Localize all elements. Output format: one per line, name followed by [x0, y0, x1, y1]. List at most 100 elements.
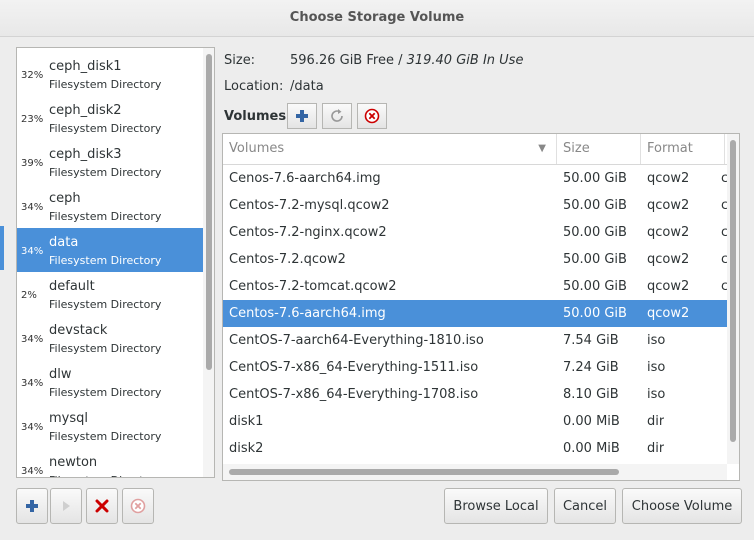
storage-pool-list[interactable]: 32% ceph_disk1 Filesystem Directory 23% …: [16, 47, 215, 478]
volume-format: dir: [647, 414, 665, 429]
pool-item[interactable]: 34% mysql Filesystem Directory: [17, 404, 203, 448]
refresh-icon: [331, 109, 343, 122]
volume-size: 50.00 GiB: [563, 171, 627, 186]
pool-usage-percent: 2%: [21, 290, 37, 301]
size-free: 596.26 GiB Free /: [290, 53, 407, 68]
stop-pool-button[interactable]: [86, 488, 118, 524]
start-pool-button[interactable]: [50, 488, 82, 524]
pool-usage-percent: 32%: [21, 70, 44, 81]
pool-name: mysql: [49, 411, 88, 426]
delete-pool-button[interactable]: [122, 488, 154, 524]
pool-name: ceph: [49, 191, 81, 206]
volume-format: iso: [647, 387, 666, 402]
volume-format: iso: [647, 333, 666, 348]
pool-usage-percent: 34%: [21, 334, 44, 345]
volume-format: qcow2: [647, 306, 690, 321]
pool-name: ceph_disk2: [49, 103, 122, 118]
table-row[interactable]: disk1 0.00 MiB dir: [223, 408, 727, 435]
volume-name: Centos-7.2-nginx.qcow2: [229, 225, 387, 240]
column-header-volumes[interactable]: Volumes ▼: [223, 134, 557, 164]
choose-volume-button[interactable]: Choose Volume: [622, 488, 742, 524]
pool-type: Filesystem Directory: [49, 210, 162, 223]
pool-item[interactable]: 34% devstack Filesystem Directory: [17, 316, 203, 360]
volumes-horizontal-scrollbar[interactable]: [223, 464, 727, 480]
pool-name: devstack: [49, 323, 108, 338]
volumes-vertical-scrollbar[interactable]: [727, 134, 739, 464]
pool-name: ceph_disk1: [49, 59, 122, 74]
volumes-table[interactable]: Volumes ▼ Size Format Cenos-7.6-aarch64.…: [222, 133, 740, 481]
refresh-volumes-button[interactable]: [322, 103, 352, 129]
volume-format: qcow2: [647, 198, 690, 213]
volume-size: 0.00 MiB: [563, 414, 620, 429]
volume-size: 7.54 GiB: [563, 333, 619, 348]
table-row[interactable]: Centos-7.2-tomcat.qcow2 50.00 GiB qcow2 …: [223, 273, 727, 300]
volume-size: 50.00 GiB: [563, 252, 627, 267]
pool-type: Filesystem Directory: [49, 430, 162, 443]
volume-size: 50.00 GiB: [563, 306, 627, 321]
play-icon: [63, 501, 70, 511]
pool-type: Filesystem Directory: [49, 78, 162, 91]
pool-usage-percent: 34%: [21, 378, 44, 389]
pool-list-scroll-thumb[interactable]: [206, 54, 212, 370]
pool-name: dlw: [49, 367, 72, 382]
pool-type: Filesystem Directory: [49, 386, 162, 399]
table-row[interactable]: CentOS-7-x86_64-Everything-1511.iso 7.24…: [223, 354, 727, 381]
sort-chevron-down-icon: ▼: [538, 143, 546, 154]
table-row-selected[interactable]: Centos-7.6-aarch64.img 50.00 GiB qcow2: [223, 300, 727, 327]
pool-type: Filesystem Directory: [49, 474, 161, 477]
volume-name: disk1: [229, 414, 264, 429]
pool-type: Filesystem Directory: [49, 254, 162, 267]
table-row[interactable]: Centos-7.2-mysql.qcow2 50.00 GiB qcow2 c: [223, 192, 727, 219]
pool-type: Filesystem Directory: [49, 166, 162, 179]
delete-volume-button[interactable]: [357, 103, 387, 129]
pool-name: newton: [49, 455, 98, 470]
window-title: Choose Storage Volume: [0, 0, 754, 37]
pool-name: data: [49, 235, 79, 250]
size-value: 596.26 GiB Free / 319.40 GiB In Use: [290, 53, 523, 68]
table-row[interactable]: CentOS-7-x86_64-Everything-1708.iso 8.10…: [223, 381, 727, 408]
pool-item[interactable]: 34% ceph Filesystem Directory: [17, 184, 203, 228]
cancel-button[interactable]: Cancel: [554, 488, 616, 524]
pool-item[interactable]: 32% ceph_disk1 Filesystem Directory: [17, 52, 203, 96]
volume-format: iso: [647, 360, 666, 375]
pool-name: default: [49, 279, 95, 294]
stop-delete-icon: [130, 498, 146, 514]
column-header-size[interactable]: Size: [557, 134, 641, 164]
pool-item[interactable]: 23% ceph_disk2 Filesystem Directory: [17, 96, 203, 140]
table-row[interactable]: CentOS-7-aarch64-Everything-1810.iso 7.5…: [223, 327, 727, 354]
location-label: Location:: [224, 79, 284, 94]
plus-icon: [26, 500, 38, 512]
volume-name: Centos-7.2.qcow2: [229, 252, 346, 267]
pool-item[interactable]: 39% ceph_disk3 Filesystem Directory: [17, 140, 203, 184]
table-row[interactable]: Cenos-7.6-aarch64.img 50.00 GiB qcow2 c: [223, 165, 727, 192]
pool-usage-percent: 23%: [21, 114, 44, 125]
browse-local-button[interactable]: Browse Local: [444, 488, 548, 524]
table-row[interactable]: Centos-7.2-nginx.qcow2 50.00 GiB qcow2 c: [223, 219, 727, 246]
add-pool-button[interactable]: [16, 488, 48, 524]
pool-type: Filesystem Directory: [49, 122, 162, 135]
pool-usage-percent: 34%: [21, 202, 44, 213]
volume-name: CentOS-7-aarch64-Everything-1810.iso: [229, 333, 484, 348]
volume-name: Centos-7.2-mysql.qcow2: [229, 198, 390, 213]
volumes-vertical-scroll-thumb[interactable]: [730, 140, 736, 442]
volume-format: qcow2: [647, 252, 690, 267]
pool-item[interactable]: 2% default Filesystem Directory: [17, 272, 203, 316]
add-volume-button[interactable]: [287, 103, 317, 129]
column-header-format[interactable]: Format: [641, 134, 725, 164]
volume-name: CentOS-7-x86_64-Everything-1708.iso: [229, 387, 479, 402]
table-header: Volumes ▼ Size Format: [223, 134, 739, 165]
volume-size: 0.00 MiB: [563, 441, 620, 456]
column-header-label: Volumes: [229, 141, 285, 156]
table-row[interactable]: disk2 0.00 MiB dir: [223, 435, 727, 462]
pool-item[interactable]: 34% newton Filesystem Directory: [17, 448, 203, 477]
volume-name: disk2: [229, 441, 264, 456]
pool-item[interactable]: 34% dlw Filesystem Directory: [17, 360, 203, 404]
volumes-horizontal-scroll-thumb[interactable]: [229, 469, 619, 475]
x-icon: [95, 499, 109, 513]
pool-item-selected[interactable]: 34% data Filesystem Directory: [17, 228, 203, 272]
table-row[interactable]: Centos-7.2.qcow2 50.00 GiB qcow2 c: [223, 246, 727, 273]
volume-format: qcow2: [647, 225, 690, 240]
volume-size: 50.00 GiB: [563, 279, 627, 294]
volume-size: 7.24 GiB: [563, 360, 619, 375]
pool-list-scrollbar[interactable]: [203, 48, 214, 477]
